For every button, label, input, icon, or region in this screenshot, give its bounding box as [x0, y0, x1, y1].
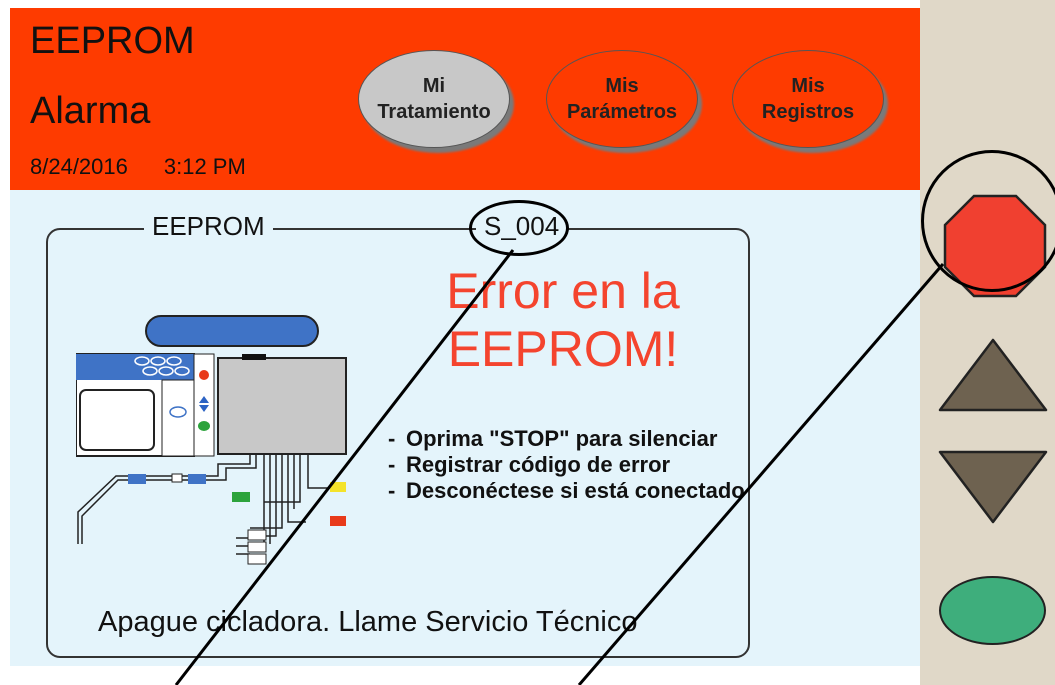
- error-title-line2: EEPROM!: [447, 321, 679, 377]
- mis-registros-button[interactable]: Mis Registros: [732, 50, 884, 148]
- triangle-up-icon[interactable]: [936, 336, 1050, 414]
- instructions-list: Oprima "STOP" para silenciar Registrar c…: [386, 426, 746, 504]
- time-text: 3:12 PM: [163, 154, 246, 179]
- callout-circle-error-code: [469, 200, 569, 256]
- panel-legend: EEPROM: [144, 208, 273, 244]
- date-text: 8/24/2016: [30, 154, 128, 179]
- button-label-line2: Parámetros: [566, 101, 678, 123]
- alarm-panel: EEPROM S_004 Error en la EEPROM! - Oprim…: [46, 208, 750, 658]
- button-label-line2: Tratamiento: [377, 101, 491, 123]
- button-label-line1: Mi: [422, 75, 446, 97]
- instruction-item: Desconéctese si está conectado: [386, 478, 746, 504]
- error-title-line1: Error en la: [446, 263, 680, 319]
- button-label-line2: Registros: [761, 101, 855, 123]
- cycler-illustration: [76, 315, 347, 565]
- callout-circle-stop-button: [921, 150, 1055, 292]
- alarm-header: EEPROM Alarma 8/24/2016 3:12 PM Mi Tratam…: [10, 8, 920, 190]
- mis-parametros-button[interactable]: Mis Parámetros: [546, 50, 698, 148]
- mi-tratamiento-button[interactable]: Mi Tratamiento: [358, 50, 510, 148]
- date-time: 8/24/2016 3:12 PM: [30, 154, 282, 180]
- footer-instruction: Apague cicladora. Llame Servicio Técnico: [98, 606, 638, 638]
- error-title: Error en la EEPROM!: [388, 262, 738, 378]
- alarm-subtitle: Alarma: [30, 90, 151, 132]
- triangle-down-icon[interactable]: [936, 448, 1050, 526]
- instruction-item: Oprima "STOP" para silenciar: [386, 426, 746, 452]
- instruction-item: Registrar código de error: [386, 452, 746, 478]
- button-label-line1: Mis: [605, 75, 639, 97]
- cycler-screen: EEPROM Alarma 8/24/2016 3:12 PM Mi Tratam…: [10, 8, 920, 666]
- alarm-title: EEPROM: [30, 20, 195, 62]
- green-oval-icon[interactable]: [939, 576, 1046, 645]
- button-label-line1: Mis: [791, 75, 825, 97]
